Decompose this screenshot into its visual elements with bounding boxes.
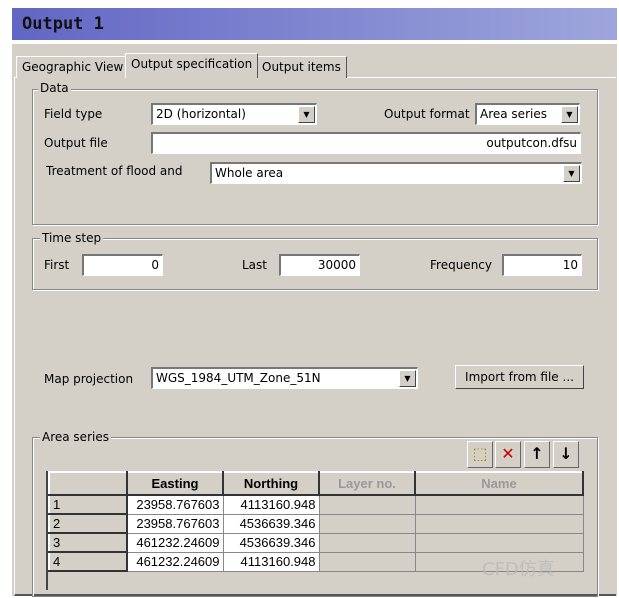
northing-cell[interactable]: 4113160.948 (222, 494, 320, 515)
easting-cell[interactable]: 461232.24609 (126, 551, 224, 572)
name-cell (414, 513, 584, 534)
output-file-input[interactable]: outputcon.dfsu (151, 132, 581, 154)
treatment-select[interactable]: Whole area ▼ (210, 162, 582, 184)
column-header-easting[interactable]: Easting (126, 471, 224, 496)
frequency-input[interactable]: 10 (502, 254, 582, 276)
output-file-label: Output file (44, 136, 108, 150)
field-type-label: Field type (44, 107, 103, 121)
watermark: CFD仿真 (482, 559, 555, 580)
chevron-down-icon[interactable]: ▼ (399, 370, 416, 387)
northing-cell[interactable]: 4113160.948 (222, 551, 320, 572)
row-header[interactable]: 4 (48, 551, 128, 572)
table-row[interactable]: 2 23958.767603 4536639.346 (48, 513, 584, 534)
layer-no-cell (318, 513, 416, 534)
map-projection-label: Map projection (44, 372, 134, 386)
map-projection-select[interactable]: WGS_1984_UTM_Zone_51N ▼ (151, 367, 418, 389)
layer-no-cell (318, 532, 416, 553)
chevron-down-icon[interactable]: ▼ (561, 106, 578, 123)
row-header[interactable]: 2 (48, 513, 128, 534)
chevron-down-icon[interactable]: ▼ (298, 106, 315, 123)
last-label: Last (242, 258, 267, 272)
northing-cell[interactable]: 4536639.346 (222, 532, 320, 553)
new-row-icon[interactable]: ⬚ (467, 441, 493, 468)
tab-geographic-view[interactable]: Geographic View (16, 56, 130, 78)
layer-no-cell (318, 494, 416, 515)
column-header-index (48, 471, 128, 496)
table-row[interactable]: 3 461232.24609 4536639.346 (48, 532, 584, 553)
easting-cell[interactable]: 23958.767603 (126, 513, 224, 534)
first-input[interactable]: 0 (82, 254, 163, 276)
column-header-northing[interactable]: Northing (222, 471, 320, 496)
treatment-label: Treatment of flood and (46, 164, 183, 178)
northing-cell[interactable]: 4536639.346 (222, 513, 320, 534)
first-label: First (44, 258, 70, 272)
row-header[interactable]: 3 (48, 532, 128, 553)
output-format-select[interactable]: Area series ▼ (475, 103, 580, 125)
layer-no-cell (318, 551, 416, 572)
window-title: Output 1 (12, 8, 617, 40)
name-cell (414, 494, 584, 515)
chevron-down-icon[interactable]: ▼ (563, 165, 580, 182)
data-group-label: Data (38, 81, 71, 95)
tab-output-specification[interactable]: Output specification (125, 53, 259, 78)
delete-icon[interactable]: ✕ (495, 441, 521, 468)
column-header-name: Name (414, 471, 584, 496)
output-format-label: Output format (384, 107, 470, 121)
column-header-layer-no: Layer no. (318, 471, 416, 496)
area-series-label: Area series (40, 430, 111, 444)
map-projection-value: WGS_1984_UTM_Zone_51N (156, 371, 321, 385)
output-format-value: Area series (480, 107, 547, 121)
table-row[interactable]: 1 23958.767603 4113160.948 (48, 494, 584, 515)
easting-cell[interactable]: 461232.24609 (126, 532, 224, 553)
arrow-down-icon[interactable]: ↓ (553, 441, 579, 468)
easting-cell[interactable]: 23958.767603 (126, 494, 224, 515)
frequency-label: Frequency (430, 258, 492, 272)
arrow-up-icon[interactable]: ↑ (524, 441, 550, 468)
tab-output-items[interactable]: Output items (256, 56, 347, 78)
field-type-select[interactable]: 2D (horizontal) ▼ (151, 103, 317, 125)
last-input[interactable]: 30000 (279, 254, 360, 276)
import-from-file-button[interactable]: Import from file ... (455, 365, 584, 389)
field-type-value: 2D (horizontal) (156, 107, 246, 121)
treatment-value: Whole area (215, 166, 284, 180)
name-cell (414, 532, 584, 553)
time-step-label: Time step (40, 231, 104, 245)
row-header[interactable]: 1 (48, 494, 128, 515)
